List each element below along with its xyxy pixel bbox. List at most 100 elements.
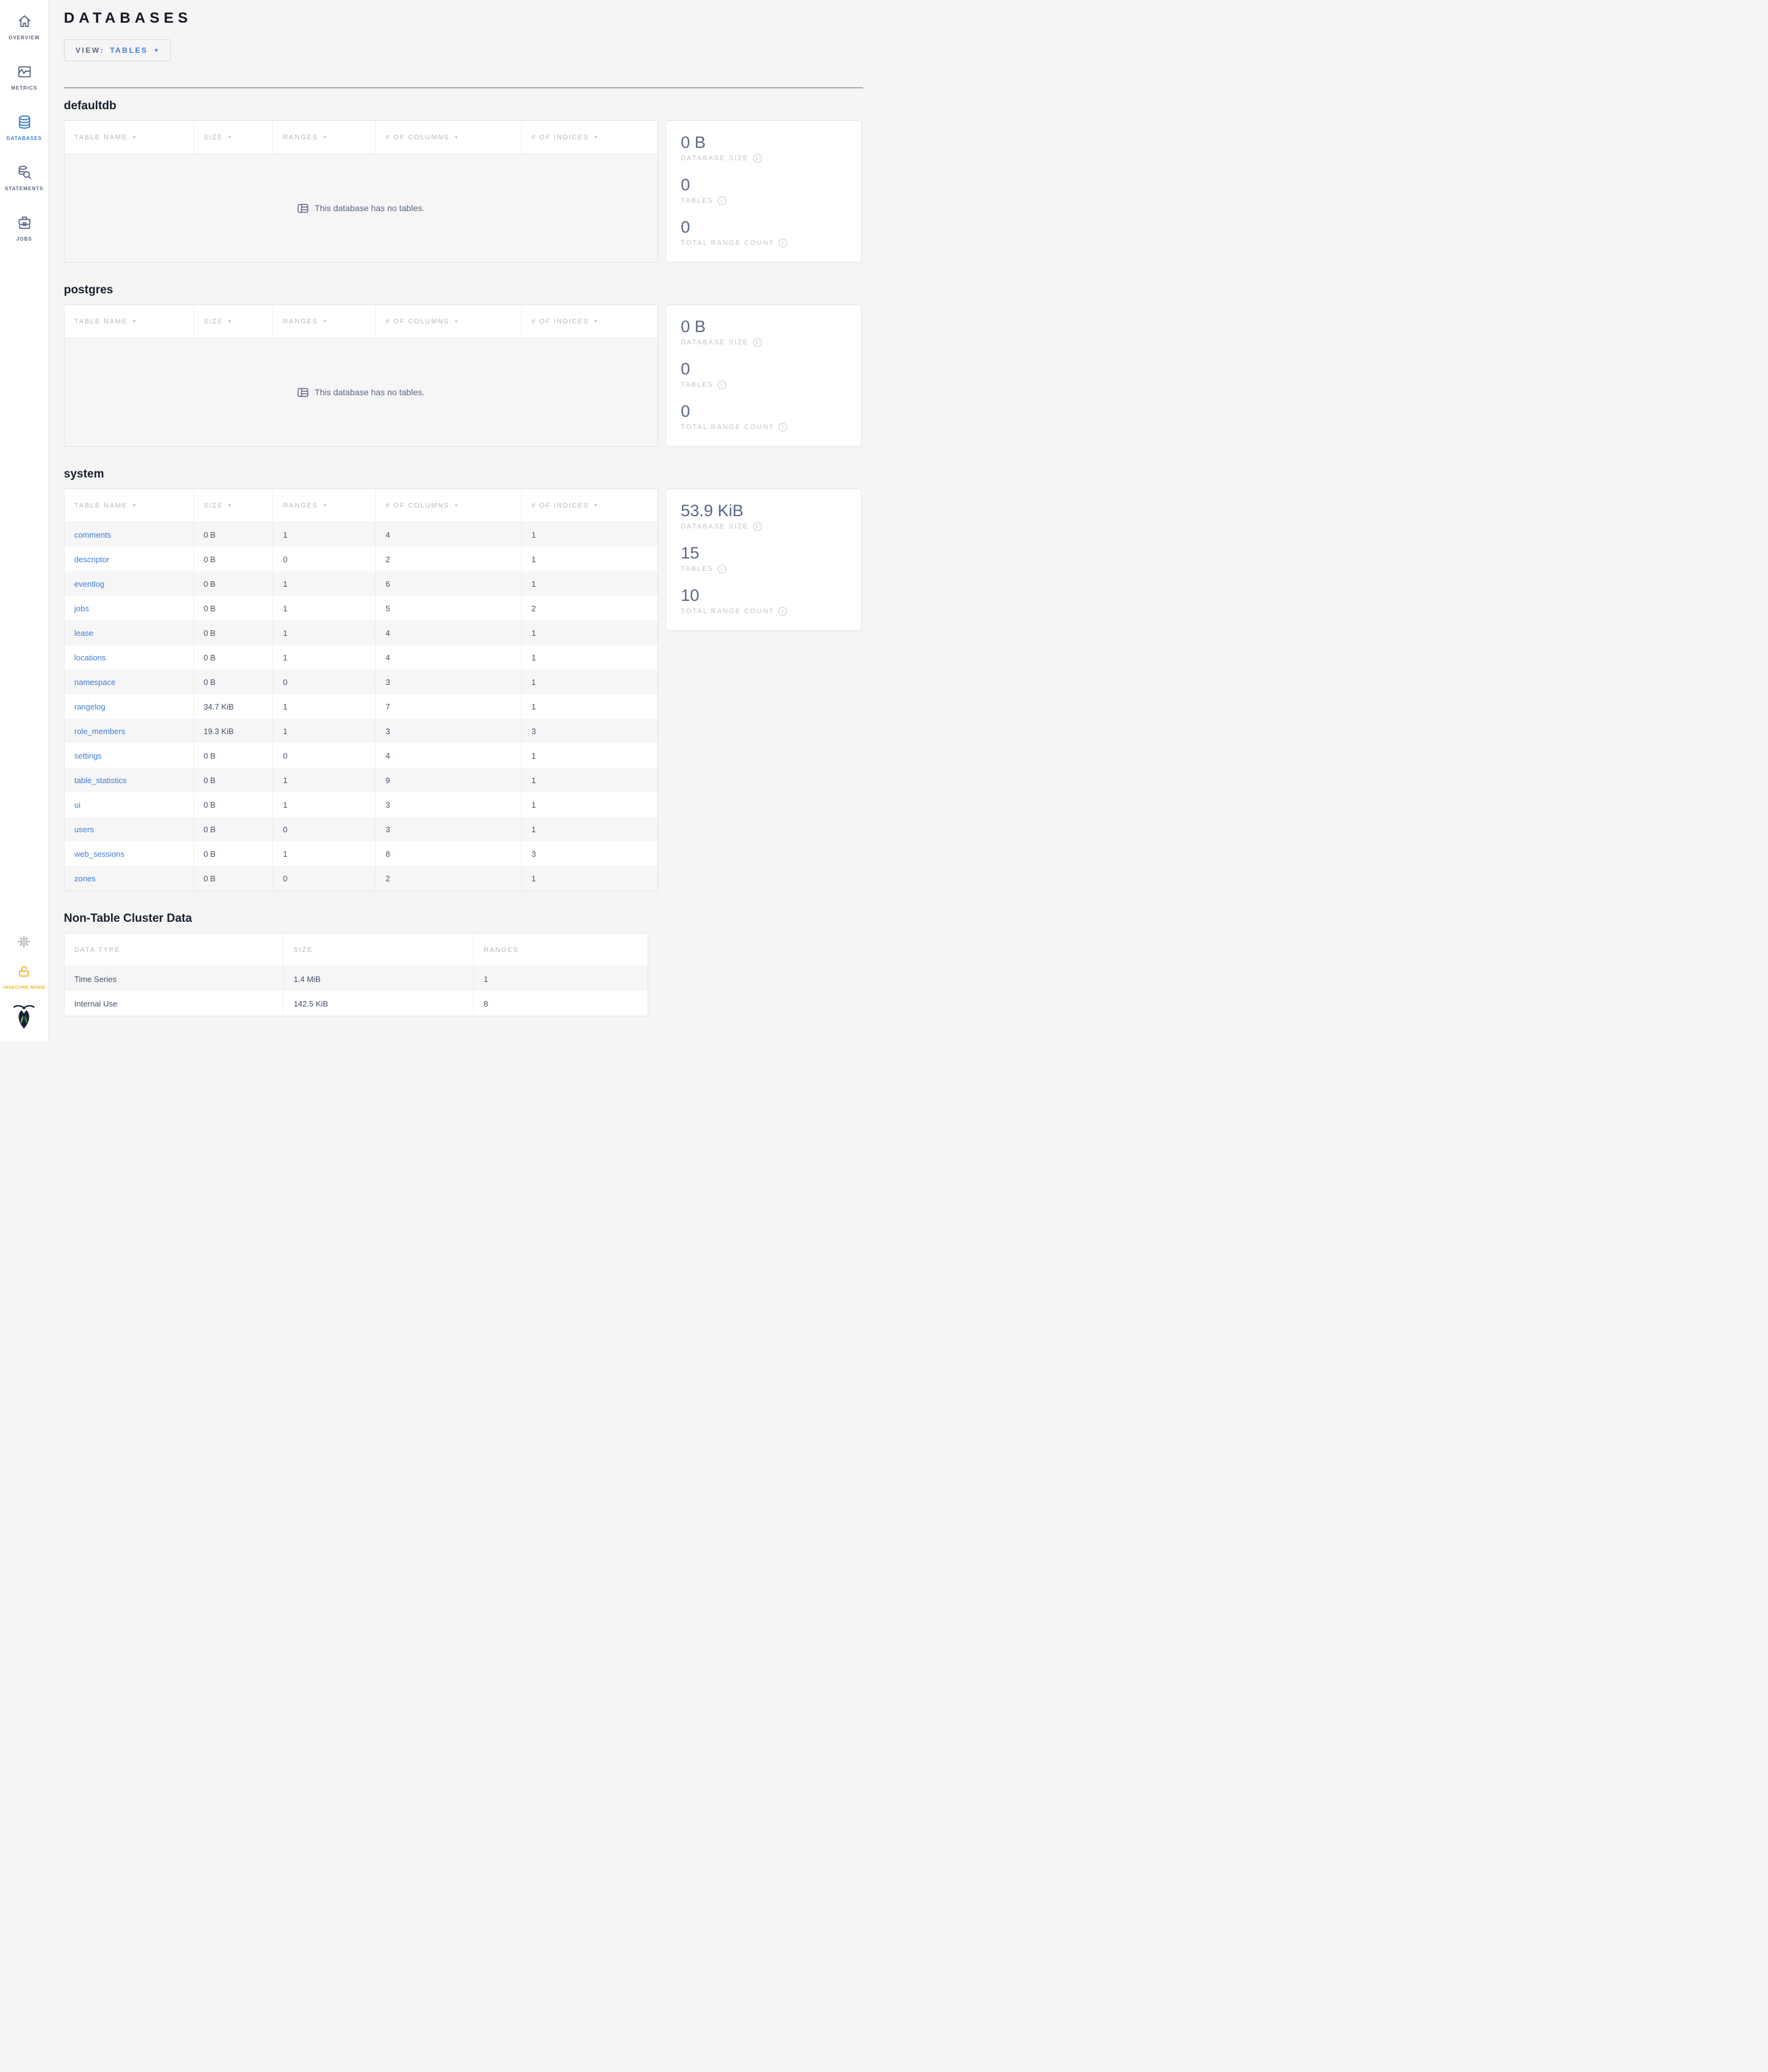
view-selector-label: VIEW: [76,46,104,55]
column-header[interactable]: RANGES ▼ [273,305,376,338]
column-header[interactable]: # OF COLUMNS ▼ [376,305,522,338]
database-stats-card: 0 B DATABASE SIZE i 0 TABLES i 0 TOTAL R… [665,304,862,447]
indices-cell: 3 [531,849,536,859]
column-header[interactable]: TABLE NAME ▼ [64,489,194,522]
info-icon[interactable]: i [778,607,788,616]
chevron-down-icon: ▼ [153,47,159,53]
ranges-cell: 1 [273,522,376,547]
size-cell: 0 B [194,670,274,694]
gear-icon[interactable] [17,935,31,951]
info-icon[interactable]: i [753,154,762,163]
sidebar-item-jobs[interactable]: JOBS [0,215,49,242]
table-name-cell: locations [64,645,194,670]
sidebar-item-statements[interactable]: STATEMENTS [0,164,49,191]
column-header[interactable]: # OF INDICES ▼ [522,305,657,338]
briefcase-icon [17,215,33,232]
stat-label: DATABASE SIZE i [681,522,847,532]
database-section-defaultdb: defaultdb TABLE NAME ▼ SIZE ▼ RANGES ▼ #… [64,99,863,263]
view-selector-dropdown[interactable]: VIEW: TABLES ▼ [64,39,171,61]
column-header-label: # OF COLUMNS [386,317,450,325]
sort-arrow-icon: ▼ [593,503,600,508]
table-name-link[interactable]: rangelog [74,702,106,711]
database-stats-card: 0 B DATABASE SIZE i 0 TABLES i 0 TOTAL R… [665,120,862,263]
size-cell: 0 B [194,743,274,768]
info-icon[interactable]: i [753,522,762,532]
column-header[interactable]: SIZE ▼ [194,121,274,153]
table-name-link[interactable]: namespace [74,678,115,687]
column-header-label: TABLE NAME [74,317,128,325]
ranges-cell: 1 [273,620,376,645]
column-header[interactable]: RANGES ▼ [273,121,376,153]
stat-value: 0 [681,360,691,379]
column-header-label: SIZE [203,133,223,141]
non-table-cluster-data-section: Non-Table Cluster Data DATA TYPE SIZE RA… [64,912,863,1016]
column-header[interactable]: SIZE ▼ [194,489,274,522]
home-icon [17,14,33,31]
size-cell: 0 B [194,817,274,841]
info-icon[interactable]: i [778,423,788,432]
info-icon[interactable]: i [753,338,762,347]
table-name-link[interactable]: settings [74,751,102,760]
empty-state-message: This database has no tables. [314,203,425,213]
table-name-link[interactable]: table_statistics [74,776,126,785]
table-name-cell: ui [64,792,194,817]
ranges-cell: 1 [273,841,376,866]
table-name-link[interactable]: locations [74,653,106,662]
info-icon[interactable]: i [778,239,788,248]
stat-value: 0 [681,218,691,237]
table-name-link[interactable]: users [74,825,94,834]
cockroach-labs-logo[interactable] [12,1001,36,1032]
table-name-link[interactable]: jobs [74,604,89,613]
column-header[interactable]: # OF INDICES ▼ [522,121,657,153]
view-selector-value: TABLES [109,46,149,55]
table-name-link[interactable]: zones [74,874,96,883]
sidebar-item-overview[interactable]: OVERVIEW [0,14,49,41]
column-header[interactable]: TABLE NAME ▼ [64,121,194,153]
column-header[interactable]: TABLE NAME ▼ [64,305,194,338]
stat: 0 TABLES i [681,176,847,206]
column-header: DATA TYPE [64,934,284,966]
header-divider [64,87,863,88]
column-header[interactable]: RANGES ▼ [273,489,376,522]
column-header[interactable]: # OF COLUMNS ▼ [376,121,522,153]
table-name-link[interactable]: ui [74,800,80,810]
tables-table: TABLE NAME ▼ SIZE ▼ RANGES ▼ # OF COLUMN… [64,120,658,263]
info-icon[interactable]: i [718,565,727,574]
size-cell: 0 B [194,792,274,817]
table-name-link[interactable]: role_members [74,727,125,736]
indices-cell: 1 [531,554,536,564]
indices-cell: 1 [531,628,536,638]
column-header[interactable]: # OF INDICES ▼ [522,489,657,522]
columns-cell: 3 [376,719,522,743]
indices-cell: 1 [531,751,536,760]
sort-arrow-icon: ▼ [322,319,328,324]
table-name-link[interactable]: eventlog [74,579,104,589]
table-name-link[interactable]: descriptor [74,555,109,564]
sidebar-item-metrics[interactable]: METRICS [0,64,49,91]
ranges-cell: 1 [273,645,376,670]
stat-label: TABLES i [681,381,847,390]
non-table-data-table: DATA TYPE SIZE RANGES Time Series 1.4 Mi… [64,933,648,1016]
table-name-link[interactable]: comments [74,530,111,539]
table-header-row: DATA TYPE SIZE RANGES [64,934,648,967]
indices-cell: 3 [531,726,536,736]
indices-cell: 1 [531,677,536,687]
table-name-link[interactable]: web_sessions [74,849,125,859]
column-header[interactable]: SIZE ▼ [194,305,274,338]
columns-cell: 9 [376,768,522,792]
table-row: users 0 B 0 3 1 [64,817,657,841]
stat-label: DATABASE SIZE i [681,154,847,163]
columns-cell: 3 [376,792,522,817]
insecure-mode-indicator[interactable]: INSECURE MODE [3,965,45,990]
info-icon[interactable]: i [718,196,727,206]
table-name-link[interactable]: lease [74,628,93,638]
size-cell: 1.4 MiB [284,967,474,991]
sort-arrow-icon: ▼ [322,503,328,508]
columns-cell: 4 [376,522,522,547]
info-icon[interactable]: i [718,381,727,390]
table-name-cell: zones [64,866,194,891]
empty-state: This database has no tables. [64,154,657,262]
sidebar-item-databases[interactable]: DATABASES [0,114,49,141]
table-row: ui 0 B 1 3 1 [64,792,657,817]
column-header[interactable]: # OF COLUMNS ▼ [376,489,522,522]
